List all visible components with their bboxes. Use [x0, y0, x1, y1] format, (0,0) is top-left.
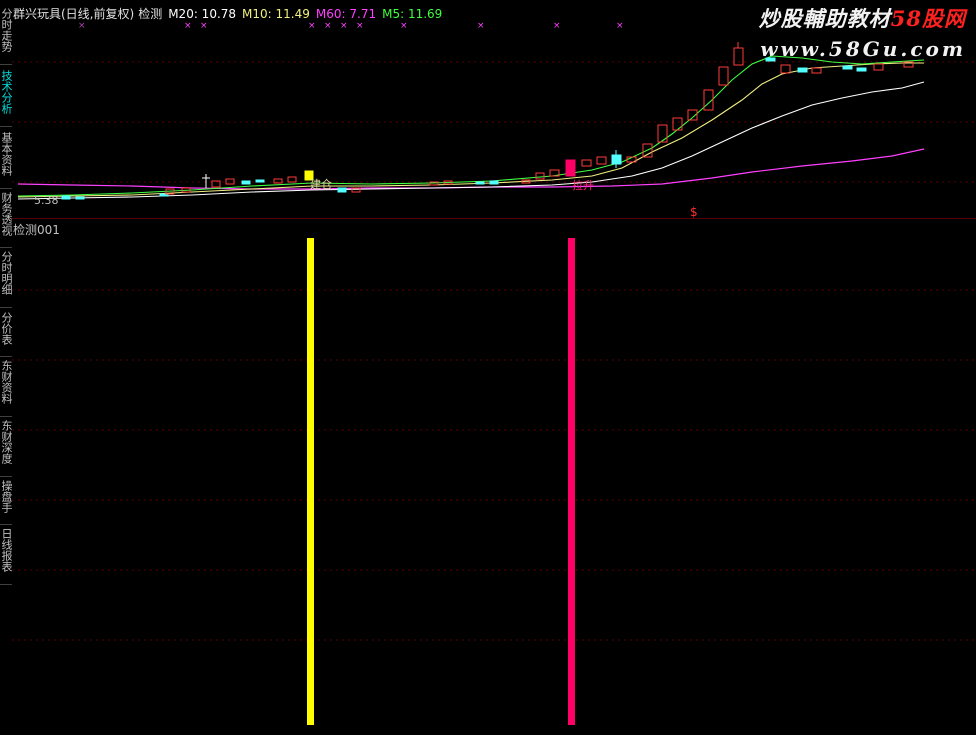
- sidebar-divider: [0, 524, 12, 525]
- buy-signal-label: 建仓: [310, 177, 332, 191]
- sidebar-divider: [0, 307, 12, 308]
- ma20-line: [17, 55, 925, 197]
- sidebar-divider: [0, 476, 12, 477]
- grid-lines: [12, 61, 976, 641]
- svg-text:×: ×: [616, 21, 624, 31]
- sidebar-divider: [0, 247, 12, 248]
- svg-text:×: ×: [340, 21, 348, 31]
- sidebar-tab-price-table[interactable]: 分价表: [0, 312, 13, 352]
- svg-text:×: ×: [553, 21, 561, 31]
- ma60-line: [17, 148, 925, 190]
- candlesticks: [61, 42, 914, 200]
- sidebar-tab-tick-detail[interactable]: 分时明细: [0, 251, 13, 303]
- svg-text:×: ×: [308, 21, 316, 31]
- sidebar-divider: [0, 64, 12, 65]
- svg-text:×: ×: [200, 21, 208, 31]
- panel-divider: [12, 218, 976, 219]
- sidebar-divider: [0, 126, 12, 127]
- sidebar-tab-trader[interactable]: 操盘手: [0, 480, 13, 520]
- ma10-line: [17, 62, 924, 198]
- sidebar-divider: [0, 584, 12, 585]
- sidebar-tab-eastmoney-depth[interactable]: 东财深度: [0, 420, 13, 472]
- svg-text:×: ×: [356, 21, 364, 31]
- sidebar-divider: [0, 188, 12, 189]
- chart-area[interactable]: 群兴玩具(日线,前复权) 检测 M20: 10.78 M10: 11.49 M60: 7…: [12, 0, 976, 735]
- sidebar-tab-intraday[interactable]: 分时走势: [0, 8, 13, 60]
- svg-text:×: ×: [184, 21, 192, 31]
- chart-canvas: × × × × × × × × × × × 5.38 建仓 拉升 $: [12, 21, 976, 725]
- sidebar-tab-eastmoney-info[interactable]: 东财资料: [0, 360, 13, 412]
- signal-markers: × × × × × × × × × × ×: [78, 21, 624, 31]
- sidebar-tab-daily-report[interactable]: 日线报表: [0, 528, 13, 580]
- svg-text:×: ×: [477, 21, 485, 31]
- rise-signal-label: 拉升: [572, 178, 594, 192]
- signal-bar-yellow: [307, 238, 314, 725]
- sub-panel-label: 检测001: [13, 223, 60, 237]
- sidebar-tab-financial[interactable]: 财务透视: [0, 192, 13, 244]
- sidebar-divider: [0, 416, 12, 417]
- low-price-label: 5.38: [34, 194, 59, 207]
- svg-text:×: ×: [78, 21, 86, 31]
- sidebar-divider: [0, 356, 12, 357]
- sidebar-tab-technical[interactable]: 技术分析: [0, 70, 13, 122]
- dollar-marker: $: [690, 205, 698, 219]
- signal-bar-pink: [568, 238, 575, 725]
- sidebar-tab-basic-info[interactable]: 基本资料: [0, 132, 13, 184]
- svg-text:×: ×: [324, 21, 332, 31]
- sidebar: 分时走势 技术分析 基本资料 财务透视 分时明细 分价表 东财资料 东财深度 操…: [0, 0, 13, 735]
- svg-text:×: ×: [400, 21, 408, 31]
